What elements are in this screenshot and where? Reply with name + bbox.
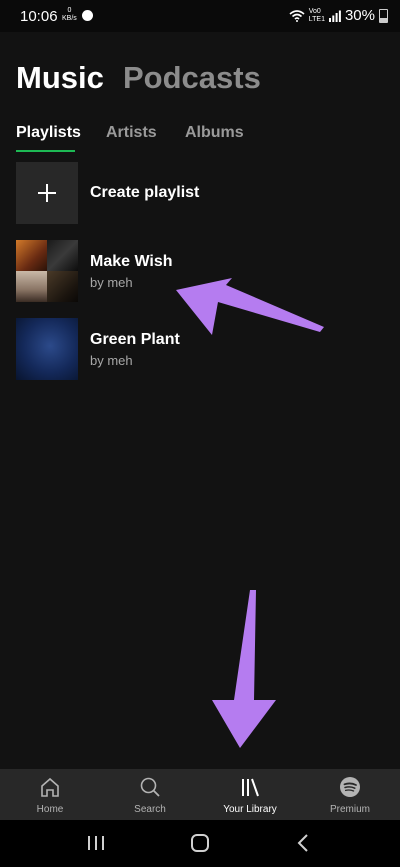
playlist-owner: by meh bbox=[90, 353, 133, 368]
search-icon bbox=[139, 776, 161, 798]
cover-tile bbox=[47, 240, 78, 271]
annotation-arrow-playlist bbox=[176, 278, 324, 335]
data-speed-value: 0 bbox=[67, 7, 72, 14]
home-icon bbox=[39, 776, 61, 798]
nav-search[interactable]: Search bbox=[100, 769, 200, 820]
subtab-artists[interactable]: Artists bbox=[106, 124, 157, 142]
back-icon[interactable] bbox=[295, 832, 311, 854]
subtab-playlists[interactable]: Playlists bbox=[16, 124, 81, 142]
create-playlist-button[interactable] bbox=[16, 162, 78, 224]
tab-podcasts[interactable]: Podcasts bbox=[123, 60, 261, 96]
active-tab-indicator bbox=[16, 150, 75, 152]
playlist-cover-make-wish[interactable] bbox=[16, 240, 78, 302]
spotify-icon bbox=[339, 776, 361, 798]
playlist-title[interactable]: Make Wish bbox=[90, 253, 173, 271]
nav-home-label: Home bbox=[36, 804, 64, 815]
wifi-icon bbox=[289, 9, 305, 22]
bottom-nav: Home Search Your Library Premium bbox=[0, 769, 400, 820]
playlist-title[interactable]: Green Plant bbox=[90, 331, 180, 349]
system-nav-bar bbox=[0, 820, 400, 867]
status-icons: Vo0 LTE1 30% bbox=[289, 7, 388, 24]
nav-search-label: Search bbox=[134, 804, 166, 815]
subtab-albums[interactable]: Albums bbox=[185, 124, 244, 142]
nav-library[interactable]: Your Library bbox=[200, 769, 300, 820]
recents-icon[interactable] bbox=[86, 832, 106, 854]
cover-tile bbox=[16, 240, 47, 271]
volte-indicator: Vo0 LTE1 bbox=[309, 8, 325, 24]
status-bar: 10:06 0 KB/s Vo0 LTE1 30% bbox=[0, 0, 400, 32]
volte-line2: LTE1 bbox=[308, 15, 325, 23]
library-icon bbox=[239, 776, 261, 798]
data-speed-unit: KB/s bbox=[62, 15, 77, 22]
plus-icon bbox=[38, 184, 56, 202]
cover-tile bbox=[47, 271, 78, 302]
battery-icon bbox=[379, 8, 388, 23]
tab-music[interactable]: Music bbox=[16, 60, 104, 96]
data-speed-indicator: 0 KB/s bbox=[62, 7, 77, 23]
nav-home[interactable]: Home bbox=[0, 769, 100, 820]
nav-premium-label: Premium bbox=[329, 804, 370, 815]
notification-icon bbox=[82, 10, 93, 21]
annotation-arrow-library bbox=[212, 590, 276, 748]
status-time: 10:06 bbox=[20, 8, 58, 25]
cover-tile bbox=[16, 271, 47, 302]
nav-premium[interactable]: Premium bbox=[300, 769, 400, 820]
create-playlist-label[interactable]: Create playlist bbox=[90, 184, 199, 202]
nav-library-label: Your Library bbox=[223, 804, 277, 815]
playlist-owner: by meh bbox=[90, 275, 133, 290]
playlist-cover-green-plant[interactable] bbox=[16, 318, 78, 380]
volte-line1: Vo0 bbox=[308, 7, 321, 15]
signal-icon bbox=[328, 10, 341, 22]
battery-percent: 30% bbox=[344, 7, 375, 24]
home-button-icon[interactable] bbox=[189, 832, 211, 854]
